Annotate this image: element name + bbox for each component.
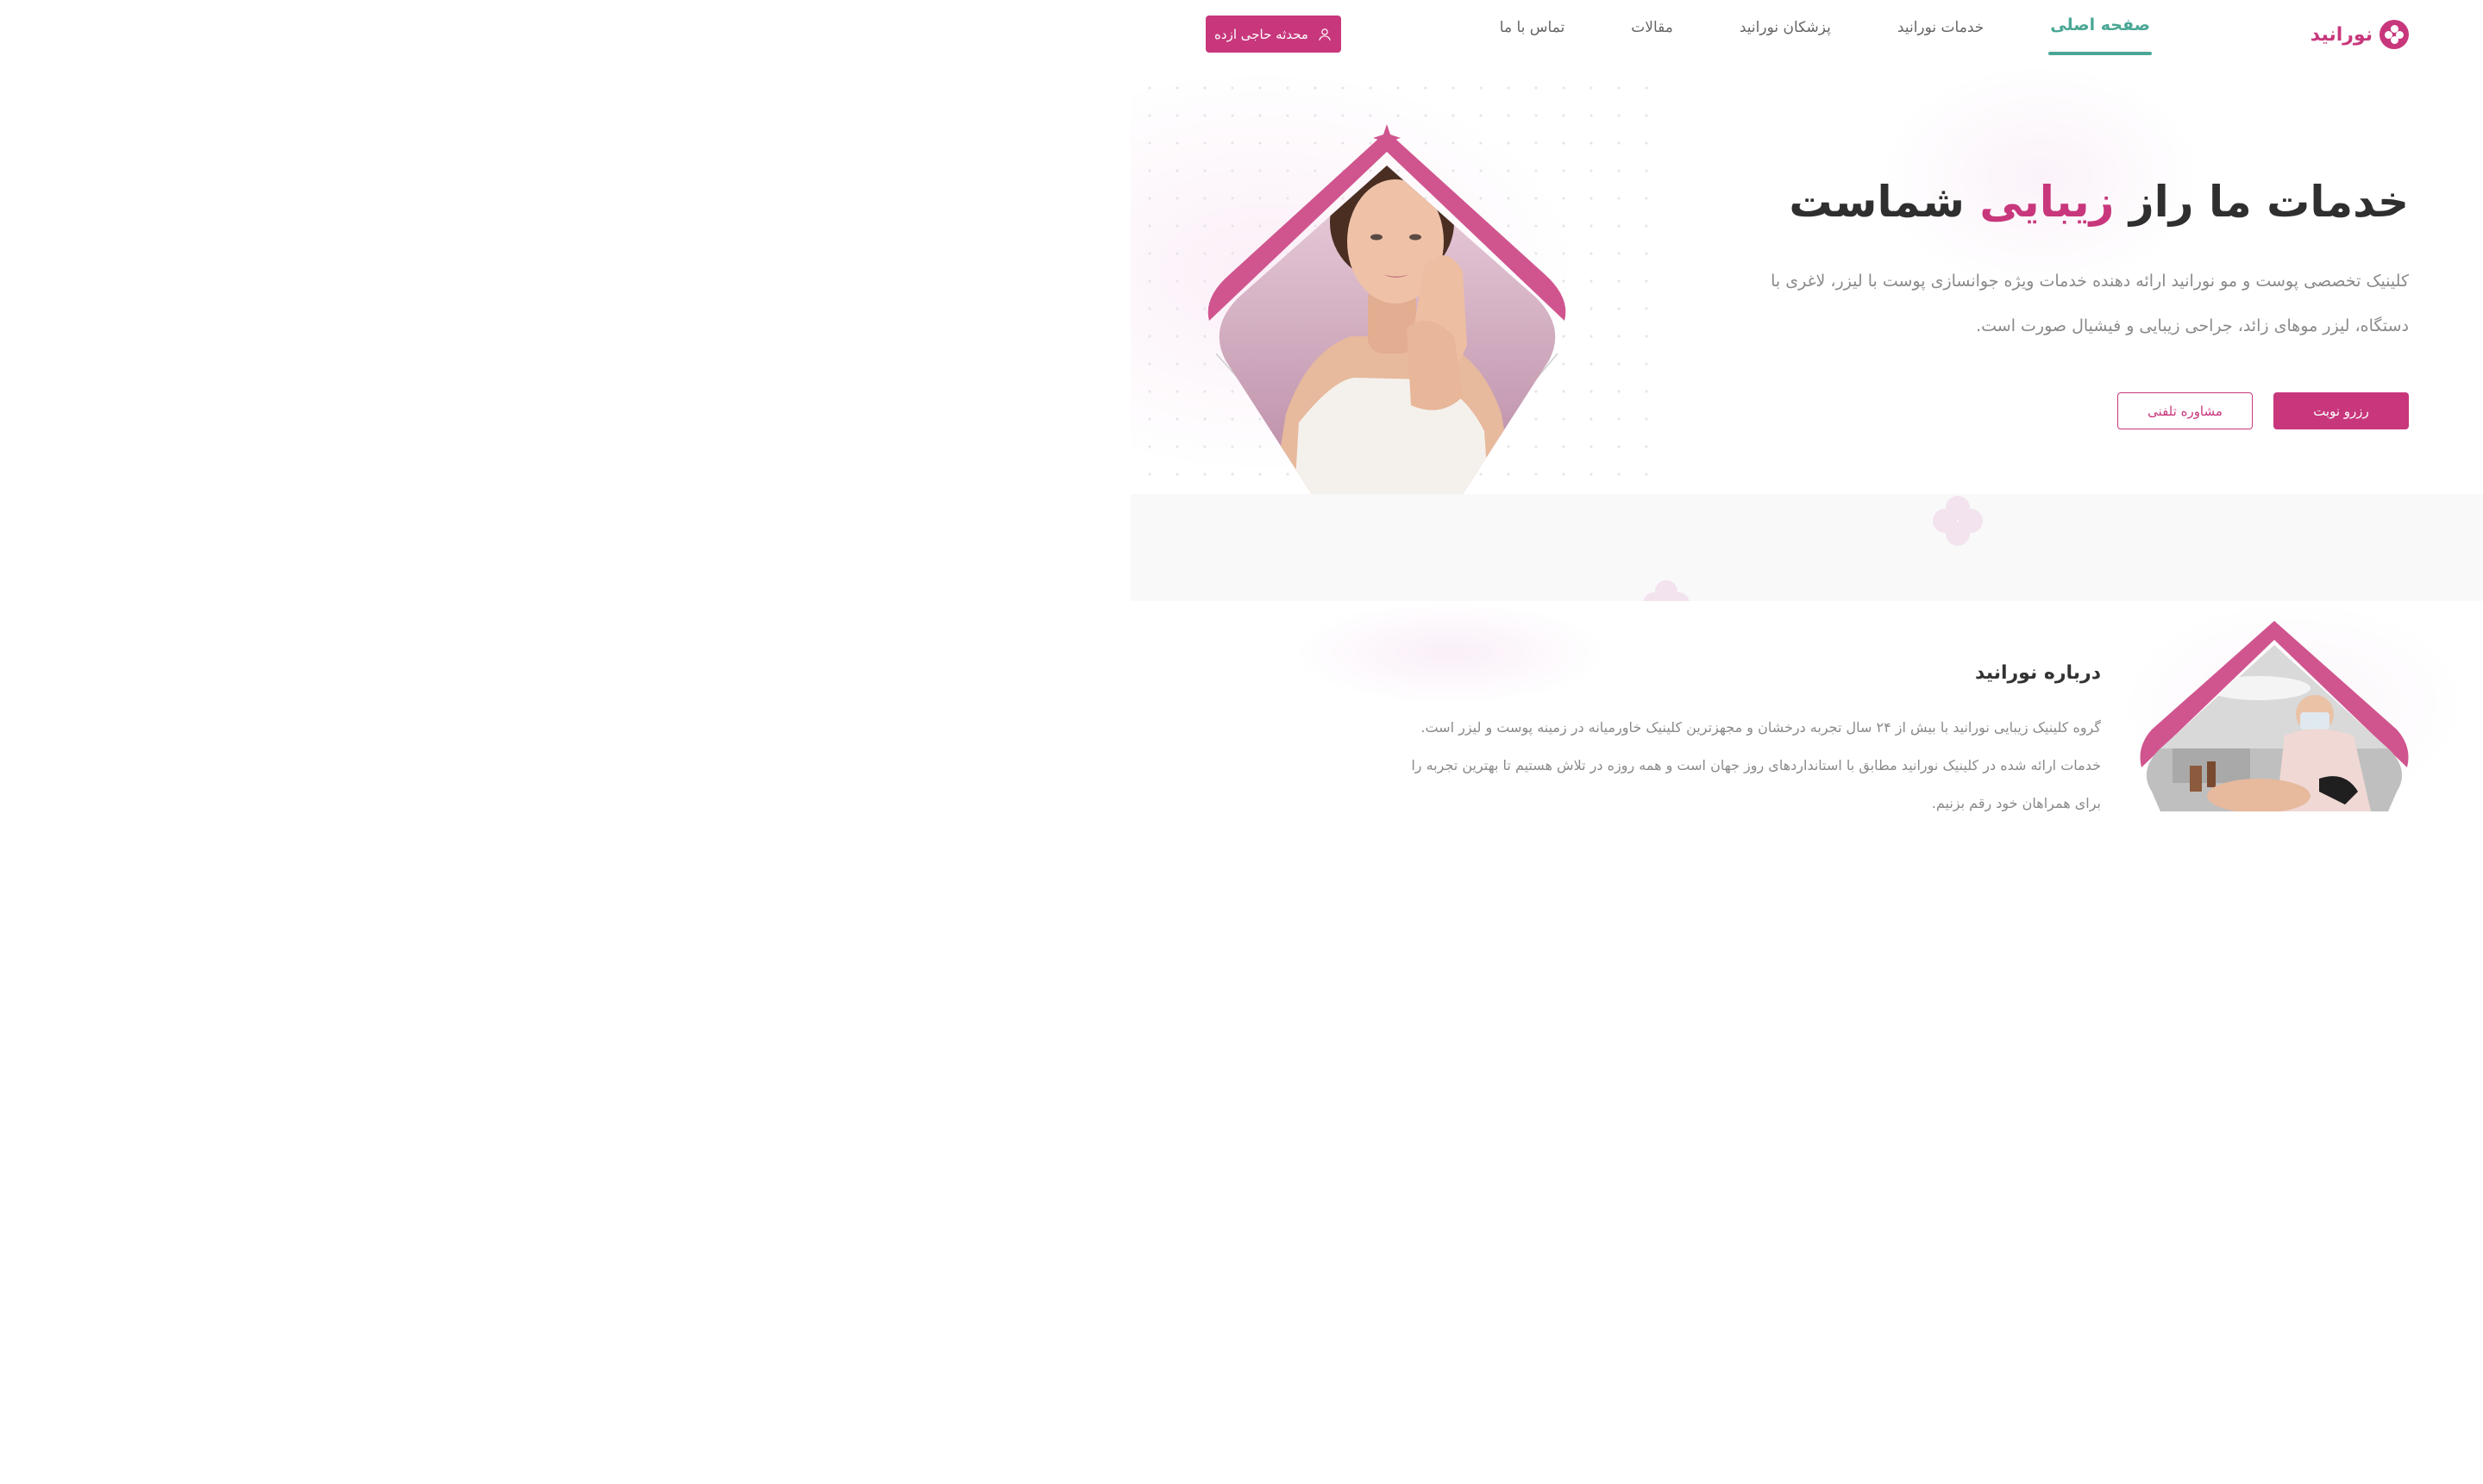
hero-description: کلینیک تخصصی پوست و مو نورانید ارائه دهن… (1771, 272, 2409, 335)
user-account-button[interactable]: محدثه حاجی ازده (1206, 16, 1341, 53)
nav-doctors[interactable]: پزشکان نورانید (1740, 16, 1831, 40)
user-name: محدثه حاجی ازده (1214, 26, 1308, 42)
nav-contact[interactable]: تماس با ما (1500, 16, 1565, 40)
hero-title-accent: زیبایی (1979, 177, 2115, 227)
logo-flower-icon (2380, 20, 2409, 49)
flower-decoration-icon (1933, 496, 1983, 546)
nav-home[interactable]: صفحه اصلی (2048, 12, 2152, 55)
decorative-band (1131, 494, 2483, 601)
about-text: گروه کلینیک زیبایی نورانید با بیش از ۲۴ … (1411, 719, 2101, 811)
book-appointment-button[interactable]: رزرو نوبت (2273, 392, 2409, 429)
logo[interactable]: نورانید (2311, 19, 2409, 50)
main-nav: صفحه اصلی خدمات نورانید پزشکان نورانید م… (1500, 16, 2152, 55)
about-title: درباره نورانید (1975, 662, 2101, 684)
hero-woman-image (1204, 121, 1571, 494)
user-icon (1319, 28, 1331, 41)
site-header: نورانید صفحه اصلی خدمات نورانید پزشکان ن… (1131, 0, 2483, 69)
about-glow (1295, 601, 1605, 704)
logo-text: نورانید (2310, 23, 2373, 46)
nav-articles[interactable]: مقالات (1631, 16, 1673, 40)
hero-title: خدمات ما راز زیبایی شماست (1789, 177, 2409, 227)
flower-decoration-icon (1643, 579, 1690, 601)
phone-consultation-button[interactable]: مشاوره تلفنی (2117, 392, 2253, 429)
nav-services[interactable]: خدمات نورانید (1897, 16, 1984, 40)
clinic-treatment-image (2138, 619, 2411, 811)
